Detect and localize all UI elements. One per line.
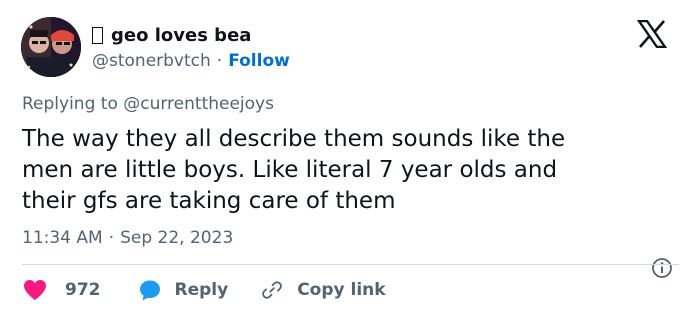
handle[interactable]: @stonerbvtch <box>92 51 211 71</box>
like-count: 972 <box>65 280 101 300</box>
divider <box>22 264 679 265</box>
tweet-text-line: men are little boys. Like literal 7 year… <box>22 157 558 183</box>
tweet-date: Sep 22, 2023 <box>120 228 234 248</box>
author-block: geo loves bea @stonerbvtch · Follow <box>92 23 290 71</box>
handle-row: @stonerbvtch · Follow <box>92 51 290 71</box>
replying-mention[interactable]: @currenttheejoys <box>123 94 274 114</box>
heart-icon <box>24 280 46 300</box>
display-name[interactable]: geo loves bea <box>111 25 251 46</box>
copy-link-label: Copy link <box>297 280 386 300</box>
info-icon[interactable] <box>651 257 673 279</box>
emoji-placeholder-icon <box>92 27 103 44</box>
action-bar: 972 Reply Copy link <box>22 277 386 303</box>
like-button[interactable]: 972 <box>22 278 101 302</box>
tweet-text-line: their gfs are taking care of them <box>22 188 396 214</box>
follow-button[interactable]: Follow <box>228 51 290 71</box>
avatar[interactable] <box>21 17 81 77</box>
reply-label: Reply <box>174 280 229 300</box>
reply-button[interactable]: Reply <box>138 278 229 302</box>
x-logo-icon[interactable] <box>637 20 667 48</box>
tweet-card: geo loves bea @stonerbvtch · Follow Repl… <box>0 0 700 318</box>
display-name-row: geo loves bea <box>92 23 290 47</box>
reply-bubble-icon <box>139 280 160 301</box>
link-icon <box>262 281 283 299</box>
replying-to: Replying to @currenttheejoys <box>22 94 274 114</box>
tweet-text-line: The way they all describe them sounds li… <box>22 126 566 152</box>
tweet-time: 11:34 AM <box>22 228 103 248</box>
replying-prefix: Replying to <box>22 94 118 114</box>
separator-dot: · <box>216 51 223 71</box>
separator-dot: · <box>108 228 115 248</box>
tweet-text: The way they all describe them sounds li… <box>22 124 672 217</box>
copy-link-button[interactable]: Copy link <box>261 279 386 301</box>
tweet-timestamp[interactable]: 11:34 AM · Sep 22, 2023 <box>22 228 233 248</box>
